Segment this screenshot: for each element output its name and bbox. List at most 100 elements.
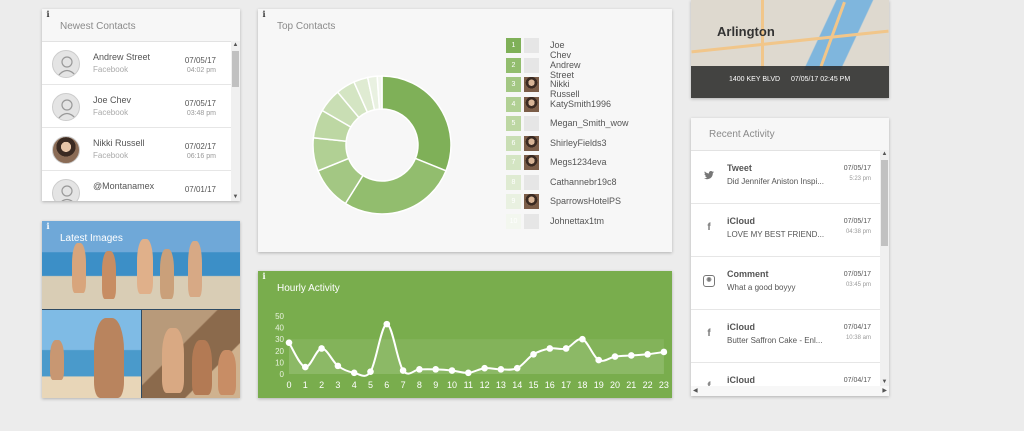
- rocks-group-image[interactable]: [142, 310, 240, 398]
- rank-badge: 5: [506, 116, 521, 131]
- y-tick-label: 10: [275, 358, 284, 367]
- activity-horizontal-scrollbar[interactable]: ◀ ▶: [691, 386, 889, 396]
- beach-selfie-image[interactable]: [42, 310, 141, 398]
- activity-text: What a good boyyy: [727, 283, 796, 292]
- activity-point-0[interactable]: [285, 339, 293, 346]
- scroll-up-icon[interactable]: ▲: [231, 42, 240, 48]
- photo-avatar: [524, 135, 539, 151]
- donut-slice-1[interactable]: [381, 75, 452, 172]
- activity-point-21[interactable]: [628, 352, 635, 359]
- contact-date: 07/05/17: [184, 99, 216, 108]
- activity-scrollbar[interactable]: ▲ ▼: [880, 150, 889, 386]
- activity-point-15[interactable]: [530, 350, 537, 358]
- contacts-scrollbar[interactable]: ▲ ▼: [231, 41, 240, 201]
- activity-type: iCloud: [727, 216, 755, 226]
- activity-point-17[interactable]: [562, 345, 570, 352]
- activity-point-16[interactable]: [546, 345, 554, 352]
- x-tick-label: 22: [643, 380, 653, 390]
- contact-row[interactable]: Joe Chev Facebook 07/05/17 03:48 pm: [42, 85, 231, 128]
- x-tick-label: 21: [626, 380, 636, 390]
- activity-point-12[interactable]: [481, 364, 488, 372]
- x-tick-label: 4: [352, 380, 357, 390]
- activity-point-19[interactable]: [595, 356, 602, 364]
- activity-time: 10:38 am: [845, 335, 871, 341]
- rank-badge: 2: [506, 57, 521, 73]
- activity-point-10[interactable]: [448, 367, 456, 374]
- donut-slice-2[interactable]: [344, 157, 447, 215]
- x-tick-label: 20: [610, 380, 620, 390]
- x-tick-label: 0: [286, 380, 291, 390]
- activity-point-2[interactable]: [318, 345, 325, 352]
- activity-point-9[interactable]: [432, 366, 439, 373]
- activity-row[interactable]: ◉ Comment What a good boyyy 07/05/17 03:…: [691, 257, 880, 310]
- x-tick-label: 6: [384, 380, 389, 390]
- contact-row[interactable]: Andrew Street Facebook 07/05/17 04:02 pm: [42, 42, 231, 85]
- info-icon[interactable]: i: [44, 10, 52, 18]
- scroll-thumb[interactable]: [232, 51, 239, 87]
- legend-name: KatySmith1996: [550, 98, 612, 109]
- contact-source: Facebook: [93, 65, 129, 74]
- activity-point-14[interactable]: [513, 364, 521, 372]
- activity-list: Tweet Did Jennifer Aniston Inspi... 07/0…: [691, 150, 880, 386]
- hourly-activity-panel: i Hourly Activity 0 10 20 30 40 50 0 1 2 3 4 5 6 7 8 9 1…: [258, 271, 672, 398]
- x-tick-label: 1: [303, 380, 308, 390]
- scroll-thumb[interactable]: [881, 160, 888, 246]
- legend-name: Cathannebr19c8: [550, 176, 617, 187]
- activity-point-7[interactable]: [399, 367, 407, 374]
- activity-type: Tweet: [727, 163, 752, 173]
- activity-date: 07/05/17: [843, 165, 871, 172]
- x-tick-label: 2: [319, 380, 324, 390]
- activity-row[interactable]: Tweet Did Jennifer Aniston Inspi... 07/0…: [691, 151, 880, 204]
- activity-row[interactable]: f iCloud 07/04/17: [691, 363, 880, 386]
- activity-point-20[interactable]: [611, 353, 619, 360]
- activity-row[interactable]: f iCloud Butter Saffron Cake - Enl... 07…: [691, 310, 880, 363]
- activity-text: Butter Saffron Cake - Enl...: [727, 336, 823, 345]
- scroll-right-icon[interactable]: ▶: [882, 387, 887, 394]
- legend-name: Megs1234eva: [550, 157, 607, 167]
- activity-point-13[interactable]: [497, 366, 505, 373]
- scroll-down-icon[interactable]: ▼: [231, 194, 240, 200]
- twitter-icon: [703, 169, 715, 181]
- activity-type: Comment: [727, 269, 769, 279]
- map-city-label: Arlington: [717, 24, 775, 39]
- photo-avatar: [524, 96, 539, 112]
- activity-point-8[interactable]: [416, 366, 423, 373]
- activity-date: 07/05/17: [843, 271, 871, 278]
- activity-row[interactable]: f iCloud LOVE MY BEST FRIEND... 07/05/17…: [691, 204, 880, 257]
- photo-avatar: [52, 136, 80, 164]
- legend-name: Megan_Smith_wow: [550, 118, 629, 128]
- activity-point-18[interactable]: [579, 335, 586, 343]
- info-icon[interactable]: i: [260, 10, 268, 18]
- contact-time: 06:16 pm: [186, 153, 216, 160]
- contacts-list: Andrew Street Facebook 07/05/17 04:02 pm…: [42, 41, 231, 201]
- legend-name: Nikki Russell: [550, 79, 580, 99]
- panel-title: Newest Contacts: [60, 21, 136, 32]
- rank-badge: 4: [506, 96, 521, 112]
- recent-activity-panel: Recent Activity Tweet Did Jennifer Anist…: [691, 118, 889, 396]
- activity-point-6[interactable]: [383, 320, 391, 328]
- activity-point-11[interactable]: [465, 369, 472, 377]
- activity-point-5[interactable]: [367, 368, 374, 375]
- activity-point-4[interactable]: [350, 369, 358, 377]
- top-contacts-panel: i Top Contacts 1 Joe Chev 2 Andrew Street …: [258, 9, 672, 252]
- x-tick-label: 5: [368, 380, 373, 390]
- facebook-icon: f: [707, 328, 711, 339]
- contact-row[interactable]: Nikki Russell Facebook 07/02/17 06:16 pm: [42, 128, 231, 171]
- x-tick-label: 12: [480, 380, 490, 390]
- scroll-up-icon[interactable]: ▲: [880, 151, 889, 157]
- location-map-panel[interactable]: Arlington 1400 KEY BLVD 07/05/17 02:45 P…: [691, 0, 889, 98]
- x-tick-label: 11: [464, 380, 473, 390]
- panel-title: Latest Images: [60, 233, 123, 244]
- scroll-down-icon[interactable]: ▼: [880, 379, 889, 385]
- x-tick-label: 19: [594, 380, 604, 390]
- scroll-left-icon[interactable]: ◀: [693, 387, 698, 394]
- contact-row[interactable]: @Montanamex 07/01/17: [42, 171, 231, 201]
- activity-point-1[interactable]: [302, 363, 309, 371]
- activity-time: 04:38 pm: [845, 229, 871, 235]
- photo-avatar: [524, 77, 539, 92]
- activity-point-3[interactable]: [334, 362, 342, 370]
- activity-point-23[interactable]: [660, 348, 668, 356]
- facebook-icon: f: [707, 222, 711, 233]
- activity-point-22[interactable]: [644, 350, 651, 358]
- info-icon[interactable]: i: [44, 222, 52, 230]
